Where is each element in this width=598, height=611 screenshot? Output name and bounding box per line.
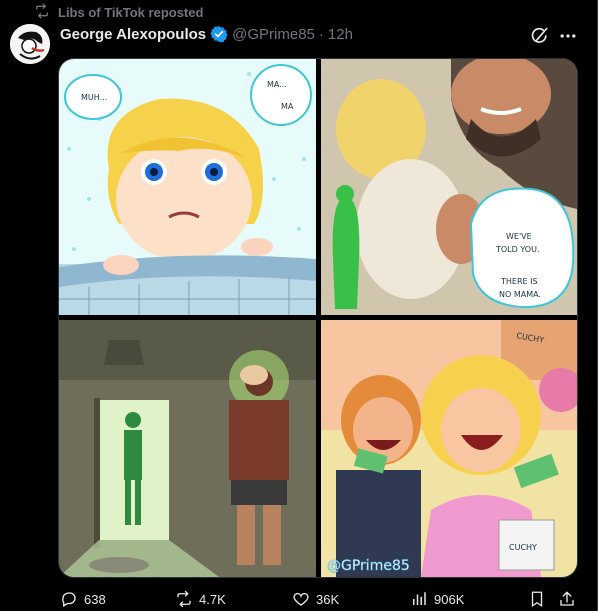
bubble-told-you: TOLD YOU. — [495, 245, 540, 254]
action-bar: 638 4.7K 36K 906K — [0, 588, 598, 610]
bubble-ma-1: MA... — [267, 80, 287, 89]
repost-icon — [34, 3, 50, 22]
reply-button[interactable]: 638 — [60, 588, 106, 610]
verified-badge-icon[interactable] — [210, 25, 228, 43]
like-count: 36K — [316, 591, 340, 607]
avatar[interactable] — [10, 24, 50, 64]
tweet-media-comic[interactable]: MUH... MA... MA WE'VE TOLD YOU. THERE IS… — [58, 58, 578, 578]
bookmark-icon — [528, 590, 546, 608]
bubble-there-is: THERE IS — [500, 277, 538, 286]
watermark: @GPrime85 — [327, 558, 410, 574]
bubble-muh: MUH... — [81, 93, 107, 102]
bubble-no-mama: NO MAMA. — [499, 290, 541, 299]
grok-icon[interactable] — [530, 26, 550, 46]
repost-context[interactable]: Libs of TikTok reposted — [34, 3, 203, 22]
repost-label[interactable]: Libs of TikTok reposted — [58, 5, 203, 20]
bag-text: CUCHY — [509, 543, 537, 552]
comic-panel-1[interactable]: MUH... MA... MA — [59, 59, 316, 315]
views-button[interactable]: 906K — [410, 588, 464, 610]
share-button[interactable] — [558, 588, 576, 610]
separator-dot: · — [318, 25, 324, 43]
comic-panel-4[interactable]: CUCHY CUCHY @GPrime85 — [321, 320, 577, 577]
like-button[interactable]: 36K — [292, 588, 339, 610]
reply-icon — [60, 590, 78, 608]
author-handle[interactable]: @GPrime85 — [232, 26, 315, 43]
views-icon — [410, 590, 428, 608]
repost-count: 4.7K — [199, 591, 226, 607]
bubble-ma-2: MA — [281, 102, 294, 111]
tweet-header: George Alexopoulos @GPrime85 · 12h — [60, 24, 353, 44]
like-icon — [292, 590, 310, 608]
views-count: 906K — [434, 591, 465, 607]
reply-count: 638 — [84, 591, 106, 607]
bookmark-button[interactable] — [528, 588, 546, 610]
share-icon — [558, 590, 576, 608]
repost-button[interactable]: 4.7K — [175, 588, 226, 610]
comic-panel-3[interactable] — [59, 320, 316, 577]
comic-panel-2[interactable]: WE'VE TOLD YOU. THERE IS NO MAMA. — [321, 59, 577, 315]
bubble-weve: WE'VE — [506, 232, 532, 241]
author-name[interactable]: George Alexopoulos — [60, 26, 206, 43]
timestamp[interactable]: 12h — [328, 26, 353, 43]
repost-action-icon — [175, 590, 193, 608]
more-icon[interactable] — [558, 26, 578, 46]
